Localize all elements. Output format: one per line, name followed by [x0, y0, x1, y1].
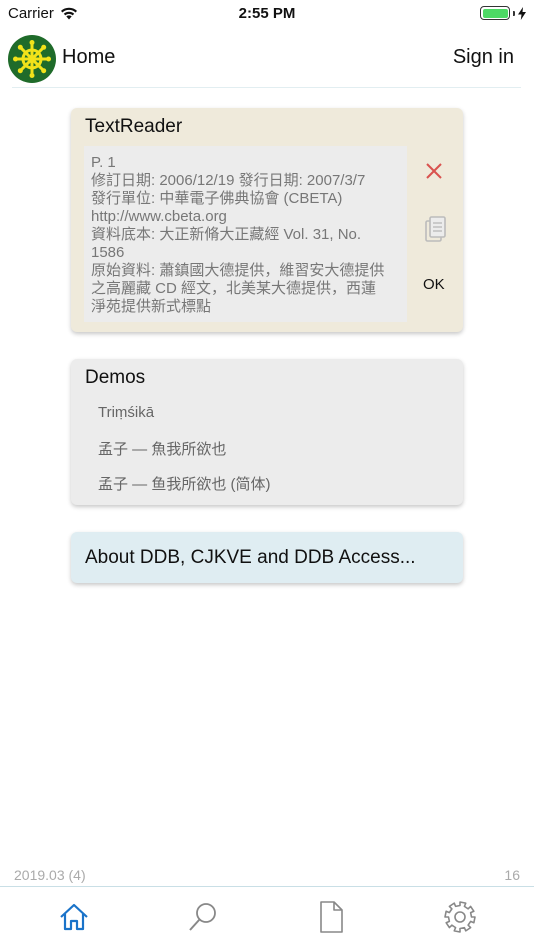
- charging-bolt-icon: [518, 6, 526, 20]
- demo-item[interactable]: Triṃśikā: [98, 404, 154, 421]
- text-line: 發行單位: 中華電子佛典協會 (CBETA): [91, 190, 343, 207]
- battery-tip: [513, 10, 515, 16]
- text-line: 修訂日期: 2006/12/19 發行日期: 2007/3/7: [91, 172, 366, 189]
- about-title: About DDB, CJKVE and DDB Access...: [85, 547, 416, 568]
- count-label: 16: [504, 867, 520, 883]
- version-label: 2019.03 (4): [14, 867, 86, 883]
- text-line: 原始資料: 蕭鎮國大德提供，維習安大德提供: [91, 262, 385, 279]
- tab-home[interactable]: [56, 898, 92, 936]
- search-icon: [189, 903, 216, 931]
- header-divider: [12, 87, 521, 88]
- text-line: 淨苑提供新式標點: [91, 298, 212, 315]
- document-icon: [320, 901, 343, 933]
- battery-indicator: [480, 6, 526, 20]
- status-bar: Carrier 2:55 PM: [0, 0, 534, 28]
- page-title: Home: [62, 46, 116, 68]
- text-line: 資料底本: 大正新脩大正藏經 Vol. 31, No.: [91, 226, 362, 243]
- gear-icon: [444, 901, 476, 933]
- tab-bar-divider: [0, 886, 534, 887]
- textreader-text[interactable]: P. 1 修訂日期: 2006/12/19 發行日期: 2007/3/7 發行單…: [84, 146, 407, 322]
- textreader-card: TextReader P. 1 修訂日期: 2006/12/19 發行日期: 2…: [71, 108, 463, 332]
- text-line: 之高麗藏 CD 經文，北美某大德提供，西蓮: [91, 280, 377, 297]
- about-card[interactable]: About DDB, CJKVE and DDB Access...: [71, 532, 463, 583]
- tab-search[interactable]: [185, 898, 221, 936]
- app-header: Home Sign in: [0, 33, 534, 85]
- home-icon: [60, 903, 88, 931]
- tab-settings[interactable]: [442, 898, 478, 936]
- textreader-title: TextReader: [85, 116, 183, 137]
- demo-item[interactable]: 孟子 — 魚我所欲也: [98, 438, 226, 459]
- text-line: P. 1: [91, 154, 116, 171]
- clock: 2:55 PM: [238, 5, 296, 22]
- clipboard-icon[interactable]: [424, 215, 446, 243]
- sign-in-button[interactable]: Sign in: [453, 46, 514, 69]
- demos-card: Demos Triṃśikā 孟子 — 魚我所欲也 孟子 — 鱼我所欲也 (简体…: [71, 359, 463, 505]
- battery-fill: [482, 8, 508, 18]
- text-line: 1586: [91, 244, 125, 261]
- battery-icon: [480, 6, 510, 20]
- text-line: http://www.cbeta.org: [91, 208, 227, 225]
- demos-title: Demos: [85, 367, 146, 388]
- dharma-wheel-icon: [8, 35, 56, 83]
- close-icon[interactable]: [423, 160, 445, 182]
- tab-document[interactable]: [313, 898, 349, 936]
- demo-item[interactable]: 孟子 — 鱼我所欲也 (简体): [98, 473, 271, 494]
- ok-button[interactable]: OK: [423, 276, 445, 293]
